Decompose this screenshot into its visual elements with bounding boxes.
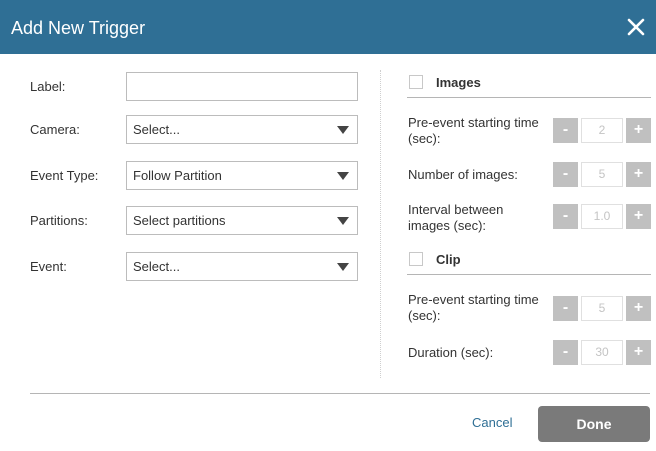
images-count-increment-button[interactable]: + <box>626 162 651 187</box>
clip-duration-label: Duration (sec): <box>408 345 494 360</box>
images-count-decrement-button[interactable]: - <box>553 162 578 187</box>
chevron-down-icon <box>337 172 349 180</box>
clip-checkbox[interactable] <box>409 252 423 266</box>
camera-select[interactable]: Select... <box>126 115 358 144</box>
partitions-select[interactable]: Select partitions <box>126 206 358 235</box>
close-button[interactable] <box>622 12 650 42</box>
clip-pre-event-increment-button[interactable]: + <box>626 296 651 321</box>
images-interval-decrement-button[interactable]: - <box>553 204 578 229</box>
column-divider <box>380 70 381 378</box>
dialog-title: Add New Trigger <box>11 18 146 38</box>
partitions-field-label: Partitions: <box>30 213 88 228</box>
images-pre-event-decrement-button[interactable]: - <box>553 118 578 143</box>
event-select[interactable]: Select... <box>126 252 358 281</box>
images-pre-event-value[interactable]: 2 <box>581 118 623 143</box>
images-pre-event-increment-button[interactable]: + <box>626 118 651 143</box>
camera-select-value: Select... <box>133 122 180 137</box>
event-type-field-label: Event Type: <box>30 168 99 183</box>
chevron-down-icon <box>337 263 349 271</box>
images-section-title: Images <box>436 75 481 90</box>
event-type-select[interactable]: Follow Partition <box>126 161 358 190</box>
clip-pre-event-value[interactable]: 5 <box>581 296 623 321</box>
event-select-value: Select... <box>133 259 180 274</box>
event-field-label: Event: <box>30 259 67 274</box>
partitions-select-value: Select partitions <box>133 213 226 228</box>
clip-pre-event-decrement-button[interactable]: - <box>553 296 578 321</box>
clip-section-title: Clip <box>436 252 461 267</box>
event-type-select-value: Follow Partition <box>133 168 222 183</box>
clip-section-divider <box>407 274 651 275</box>
images-pre-event-label: Pre-event starting time (sec): <box>408 115 539 146</box>
images-interval-increment-button[interactable]: + <box>626 204 651 229</box>
images-checkbox[interactable] <box>409 75 423 89</box>
done-button[interactable]: Done <box>538 406 650 442</box>
clip-duration-value[interactable]: 30 <box>581 340 623 365</box>
dialog-titlebar: Add New Trigger <box>0 0 656 54</box>
images-count-label: Number of images: <box>408 167 518 182</box>
images-interval-value[interactable]: 1.0 <box>581 204 623 229</box>
camera-field-label: Camera: <box>30 122 80 137</box>
images-section-divider <box>407 97 651 98</box>
clip-duration-decrement-button[interactable]: - <box>553 340 578 365</box>
images-count-value[interactable]: 5 <box>581 162 623 187</box>
footer-divider <box>30 393 650 394</box>
clip-pre-event-label: Pre-event starting time (sec): <box>408 292 539 323</box>
label-field-label: Label: <box>30 79 66 94</box>
close-icon <box>627 18 645 36</box>
chevron-down-icon <box>337 126 349 134</box>
images-interval-label: Interval between images (sec): <box>408 202 504 233</box>
clip-duration-increment-button[interactable]: + <box>626 340 651 365</box>
add-trigger-dialog: Add New Trigger Label: Camera: Select...… <box>0 0 656 451</box>
chevron-down-icon <box>337 217 349 225</box>
label-input[interactable] <box>126 72 358 101</box>
cancel-button[interactable]: Cancel <box>472 415 512 431</box>
